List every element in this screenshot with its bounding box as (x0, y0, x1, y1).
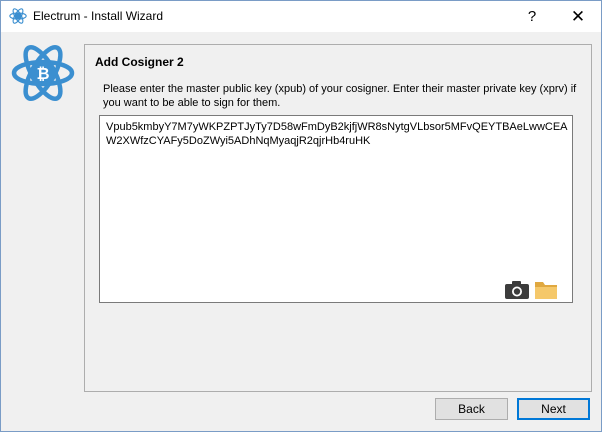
folder-icon[interactable] (534, 278, 558, 300)
master-key-input[interactable]: Vpub5kmbyY7M7yWKPZPTJyTy7D58wFmDyB2kjfjW… (99, 115, 573, 303)
svg-text:₿: ₿ (36, 64, 49, 83)
wizard-panel: Add Cosigner 2 Please enter the master p… (84, 44, 592, 392)
electrum-logo-icon: ₿ (11, 45, 75, 101)
page-title: Add Cosigner 2 (95, 55, 184, 69)
close-button[interactable]: ✕ (555, 1, 601, 32)
electrum-logo-icon (9, 8, 27, 24)
help-button[interactable]: ? (509, 1, 555, 32)
next-button[interactable]: Next (517, 398, 590, 420)
title-bar[interactable]: Electrum - Install Wizard ? ✕ (1, 1, 601, 32)
install-wizard-window: Electrum - Install Wizard ? ✕ ₿ Add Cosi… (0, 0, 602, 432)
back-button[interactable]: Back (435, 398, 508, 420)
window-title: Electrum - Install Wizard (33, 9, 164, 23)
instructions-text: Please enter the master public key (xpub… (103, 83, 577, 109)
camera-icon[interactable] (504, 280, 530, 300)
master-key-value[interactable]: Vpub5kmbyY7M7yWKPZPTJyTy7D58wFmDyB2kjfjW… (106, 120, 568, 148)
